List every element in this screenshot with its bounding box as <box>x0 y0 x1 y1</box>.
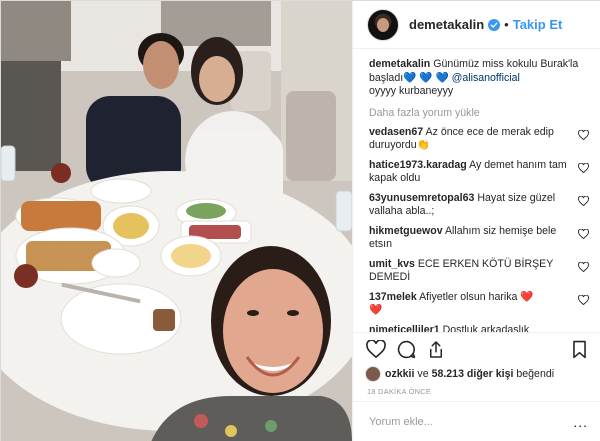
likes-summary: ozkkii ve 58.213 diğer kişi beğendi <box>353 365 600 383</box>
share-icon[interactable] <box>425 338 447 360</box>
comment-item: 63yunusemretopal63 Hayat size güzel vall… <box>369 192 589 219</box>
caption-mention[interactable]: @alisanofficial <box>452 72 520 84</box>
header-username[interactable]: demetakalin <box>409 17 484 32</box>
post-side-panel: demetakalin • Takip Et demetakalin Günüm… <box>352 1 600 441</box>
add-comment-bar: ... <box>353 401 600 441</box>
more-options-icon[interactable]: ... <box>573 414 588 430</box>
separator-dot: • <box>504 17 509 32</box>
comment-item: nimeticelliler1 Dostluk arkadaşlık <box>369 324 588 333</box>
comment-item: vedasen67 Az önce ece de merak edip duru… <box>369 126 589 153</box>
red-heart-emoji: ❤️ <box>369 304 383 316</box>
comment-item: hikmetguewov Allahım siz hemişe bele ets… <box>369 225 589 252</box>
comment-username[interactable]: hikmetguewov <box>369 225 443 237</box>
comment-like-heart-icon[interactable] <box>578 228 589 239</box>
action-icons-row <box>353 333 600 365</box>
post-timestamp[interactable]: 18 DAKİKA ÖNCE <box>353 387 600 396</box>
comment-item: umit_kvs ECE ERKEN KÖTÜ BİRŞEY DEMEDİ <box>369 258 589 285</box>
caption-hearts: 💙 💙 💙 <box>403 71 449 84</box>
comment-username[interactable]: 63yunusemretopal63 <box>369 192 474 204</box>
profile-avatar[interactable] <box>367 8 399 41</box>
caption-text-2: oyyyy kurbaneyyy <box>369 85 454 97</box>
comment-icon[interactable] <box>395 338 417 360</box>
likes-conjunction: ve <box>417 368 429 380</box>
comment-item: 137melek Afiyetler olsun harika ❤️ ❤️ <box>369 290 589 318</box>
likes-count[interactable]: 58.213 diğer kişi <box>432 368 514 380</box>
comment-like-heart-icon[interactable] <box>578 162 589 173</box>
follow-button[interactable]: Takip Et <box>513 17 563 32</box>
post-header: demetakalin • Takip Et <box>353 1 600 49</box>
comment-username[interactable]: 137melek <box>369 291 417 303</box>
breakfast-selfie-image <box>1 1 352 441</box>
post-photo[interactable] <box>1 1 352 441</box>
instagram-post-card: demetakalin • Takip Et demetakalin Günüm… <box>0 0 600 441</box>
comment-username[interactable]: umit_kvs <box>369 258 415 270</box>
load-more-comments-link[interactable]: Daha fazla yorum yükle <box>369 107 588 119</box>
comment-like-heart-icon[interactable] <box>578 294 589 305</box>
bookmark-icon[interactable] <box>568 338 590 360</box>
comment-item: hatice1973.karadag Ay demet hanım tam ka… <box>369 159 589 186</box>
comments-list[interactable]: demetakalin Günümüz miss kokulu Burak'la… <box>353 49 600 332</box>
post-caption: demetakalin Günümüz miss kokulu Burak'la… <box>369 58 588 99</box>
comment-like-heart-icon[interactable] <box>578 195 589 206</box>
red-heart-emoji: ❤️ <box>520 290 534 303</box>
comment-username[interactable]: vedasen67 <box>369 126 423 138</box>
caption-username[interactable]: demetakalin <box>369 58 430 70</box>
verified-badge-icon <box>488 18 501 31</box>
comment-username[interactable]: hatice1973.karadag <box>369 159 467 171</box>
comment-text: Dostluk arkadaşlık <box>442 323 530 333</box>
comment-username[interactable]: nimeticelliler1 <box>369 324 440 333</box>
liker-avatar[interactable] <box>365 366 381 382</box>
post-actions: ozkkii ve 58.213 diğer kişi beğendi 18 D… <box>353 332 600 396</box>
likes-suffix: beğendi <box>516 368 555 380</box>
comment-input[interactable] <box>369 416 574 428</box>
liker-username[interactable]: ozkkii <box>385 368 414 380</box>
heart-icon[interactable] <box>365 338 387 360</box>
comment-like-heart-icon[interactable] <box>578 261 589 272</box>
comment-text: Afiyetler olsun harika <box>419 290 518 303</box>
comment-like-heart-icon[interactable] <box>578 129 589 140</box>
